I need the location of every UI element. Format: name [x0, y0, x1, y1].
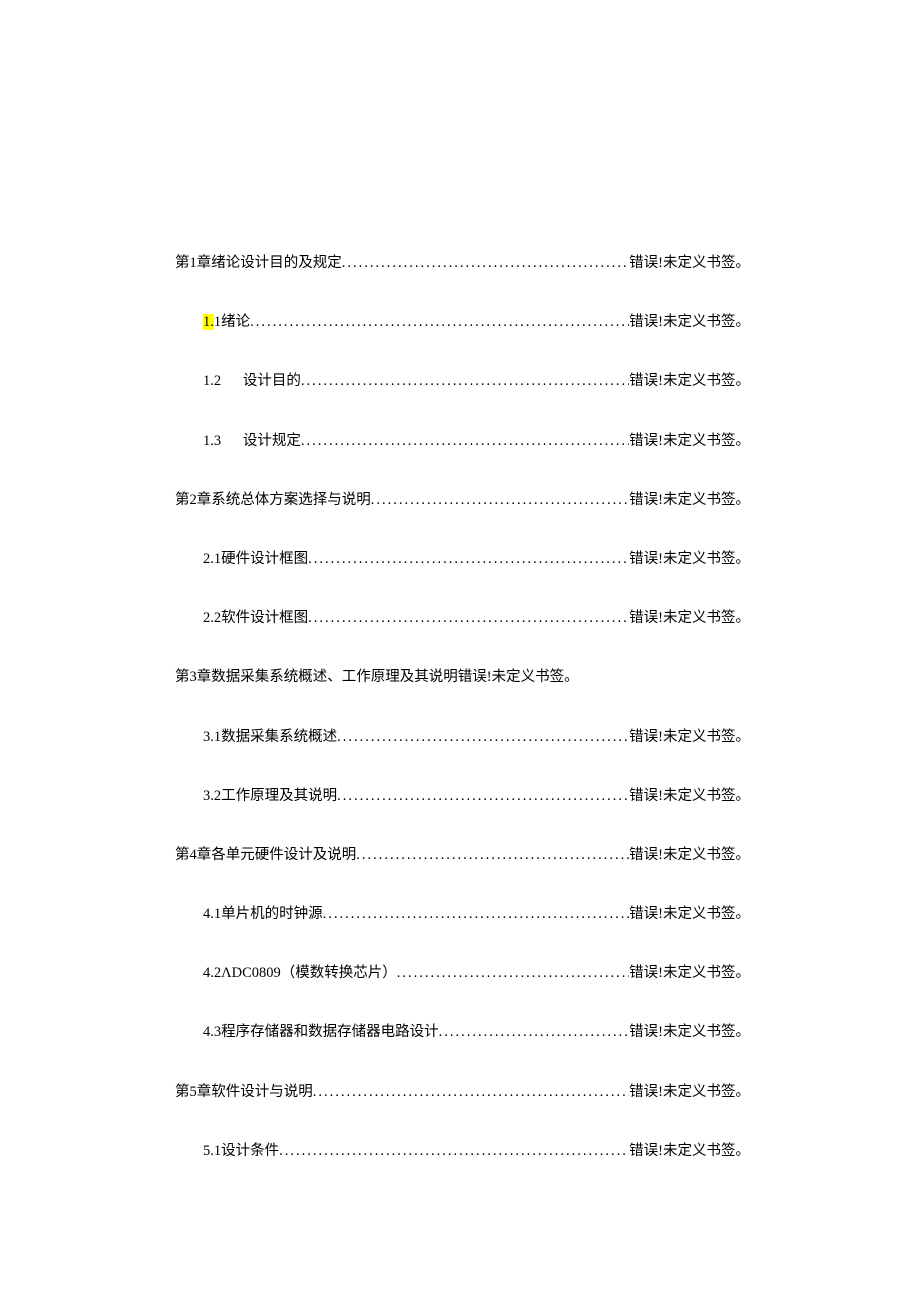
toc-page-ref: 错误!未定义书签。 [629, 1140, 750, 1163]
toc-entry: 4.2ΛDC0809（模数转换芯片） 错误!未定义书签。 [175, 962, 750, 985]
toc-entry-title: 1.2设计目的 [203, 370, 301, 393]
toc-entry: 1.3设计规定 错误!未定义书签。 [175, 430, 750, 453]
toc-entry: 3.1数据采集系统概述 错误!未定义书签。 [175, 726, 750, 749]
toc-entry: 4.1单片机的时钟源 错误!未定义书签。 [175, 903, 750, 926]
toc-page-ref: 错误!未定义书签。 [629, 548, 750, 571]
toc-page-ref: 错误!未定义书签。 [629, 370, 750, 393]
toc-leader-dots [308, 607, 629, 630]
toc-entry-title: 第2章系统总体方案选择与说明 [175, 489, 371, 512]
toc-leader-dots [323, 903, 630, 926]
toc-leader-dots [337, 785, 629, 808]
toc-leader-dots [301, 370, 629, 393]
toc-page-ref: 错误!未定义书签。 [629, 489, 750, 512]
toc-leader-dots [371, 489, 629, 512]
toc-entry-title: 3.1数据采集系统概述 [203, 726, 337, 749]
toc-leader-dots [279, 1140, 629, 1163]
toc-entry: 2.1硬件设计框图 错误!未定义书签。 [175, 548, 750, 571]
toc-entry: 2.2软件设计框图 错误!未定义书签。 [175, 607, 750, 630]
toc-entry: 第4章各单元硬件设计及说明 错误!未定义书签。 [175, 844, 750, 867]
toc-page-ref: 错误!未定义书签。 [629, 962, 750, 985]
toc-page-ref: 错误!未定义书签。 [629, 726, 750, 749]
toc-page-ref: 错误!未定义书签。 [629, 311, 750, 334]
toc-entry: 1.1绪论 错误!未定义书签。 [175, 311, 750, 334]
toc-entry-title: 2.1硬件设计框图 [203, 548, 308, 571]
toc-leader-dots [301, 430, 629, 453]
toc-page-ref: 错误!未定义书签。 [629, 430, 750, 453]
toc-entry: 第3章数据采集系统概述、工作原理及其说明错误!未定义书签。 [175, 666, 750, 689]
toc-leader-dots [439, 1021, 630, 1044]
toc-page-ref: 错误!未定义书签。 [629, 1081, 750, 1104]
toc-entry: 4.3程序存储器和数据存储器电路设计 错误!未定义书签。 [175, 1021, 750, 1044]
toc-leader-dots [342, 252, 629, 275]
toc-entry-title: 第4章各单元硬件设计及说明 [175, 844, 356, 867]
toc-leader-dots [250, 311, 629, 334]
toc-entry-title: 5.1设计条件 [203, 1140, 279, 1163]
toc-entry-title: 第3章数据采集系统概述、工作原理及其说明错误!未定义书签。 [175, 666, 579, 689]
toc-entry: 第5章软件设计与说明 错误!未定义书签。 [175, 1081, 750, 1104]
toc-leader-dots [308, 548, 629, 571]
toc-page-ref: 错误!未定义书签。 [629, 785, 750, 808]
toc-entry-title: 第1章绪论设计目的及规定 [175, 252, 342, 275]
toc-entry-title: 2.2软件设计框图 [203, 607, 308, 630]
document-page: 第1章绪论设计目的及规定错误!未定义书签。1.1绪论错误!未定义书签。1.2设计… [0, 0, 920, 1301]
toc-entry: 3.2工作原理及其说明 错误!未定义书签。 [175, 785, 750, 808]
toc-entry: 第1章绪论设计目的及规定 错误!未定义书签。 [175, 252, 750, 275]
toc-page-ref: 错误!未定义书签。 [629, 903, 750, 926]
toc-page-ref: 错误!未定义书签。 [629, 252, 750, 275]
toc-entry-title: 1.1绪论 [203, 311, 250, 334]
toc-entry-title: 4.3程序存储器和数据存储器电路设计 [203, 1021, 439, 1044]
toc-entry-title: 4.2ΛDC0809（模数转换芯片） [203, 962, 397, 985]
toc-page-ref: 错误!未定义书签。 [629, 1021, 750, 1044]
toc-leader-dots [397, 962, 629, 985]
toc-leader-dots [313, 1081, 629, 1104]
toc-leader-dots [356, 844, 629, 867]
toc-leader-dots [337, 726, 629, 749]
toc-entry: 5.1设计条件 错误!未定义书签。 [175, 1140, 750, 1163]
toc-entry-title: 1.3设计规定 [203, 430, 301, 453]
toc-entry-title: 第5章软件设计与说明 [175, 1081, 313, 1104]
highlighted-text: 1. [203, 314, 214, 330]
toc-entry-title: 3.2工作原理及其说明 [203, 785, 337, 808]
toc-entry: 1.2设计目的 错误!未定义书签。 [175, 370, 750, 393]
toc-entry-title: 4.1单片机的时钟源 [203, 903, 323, 926]
toc-page-ref: 错误!未定义书签。 [629, 607, 750, 630]
table-of-contents: 第1章绪论设计目的及规定错误!未定义书签。1.1绪论错误!未定义书签。1.2设计… [175, 252, 750, 1163]
toc-page-ref: 错误!未定义书签。 [629, 844, 750, 867]
toc-entry: 第2章系统总体方案选择与说明 错误!未定义书签。 [175, 489, 750, 512]
